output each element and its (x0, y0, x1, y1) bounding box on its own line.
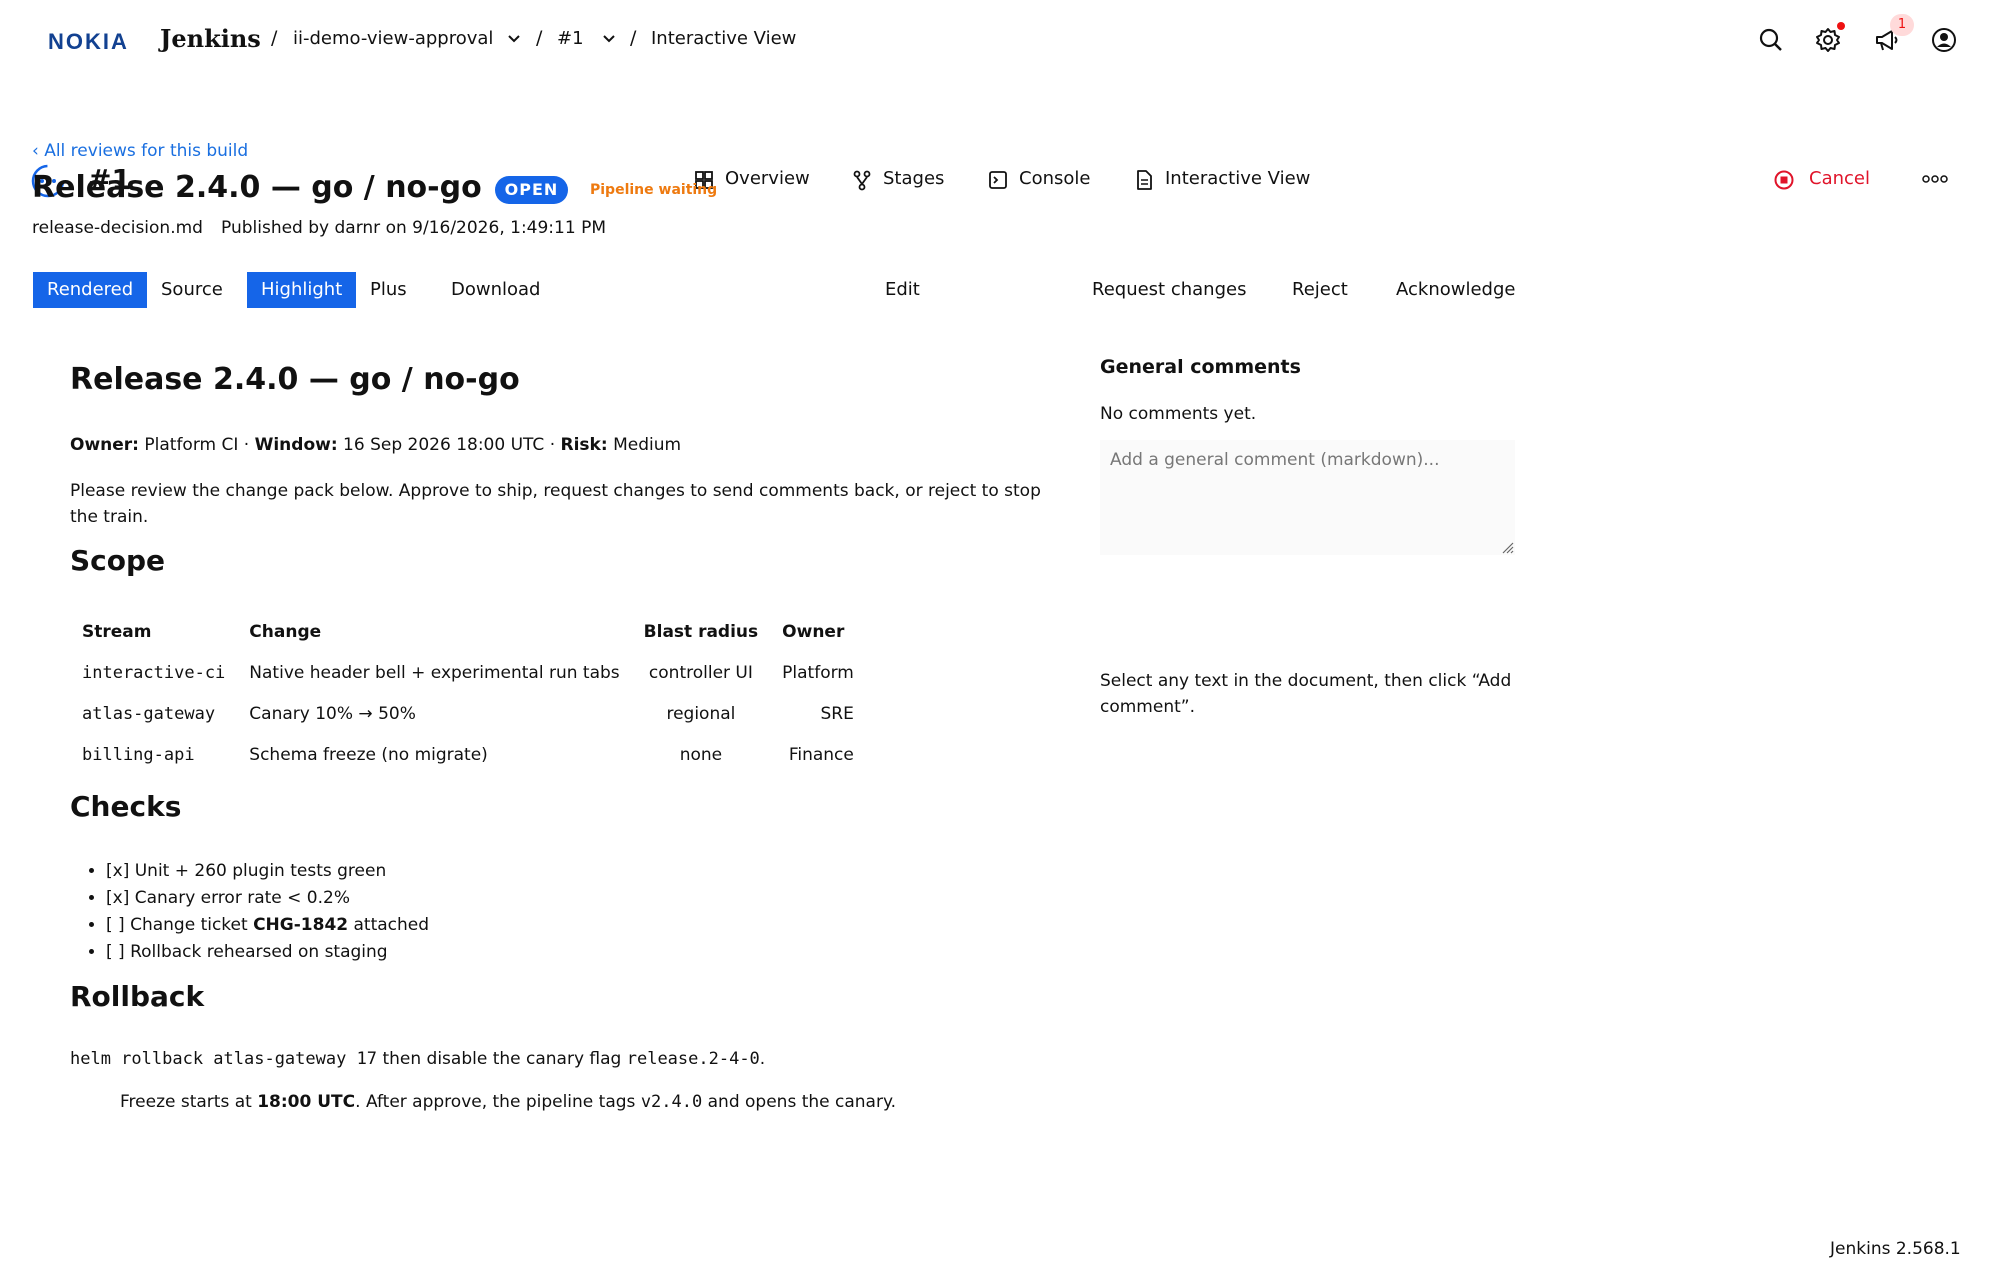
document-intro: Please review the change pack below. App… (70, 481, 1041, 527)
run-bar: #1 Overview Stages Console Interactive V… (0, 80, 2000, 198)
breadcrumb-build[interactable]: #1 (557, 28, 584, 49)
highlight-toggle[interactable]: Highlight (247, 272, 357, 308)
table-cell: atlas-gateway (82, 703, 216, 724)
no-comments-text: No comments yet. (1100, 404, 1257, 424)
svg-text:NOKIA: NOKIA (48, 29, 128, 54)
table-cell: none (679, 744, 723, 765)
list-item: [x] Canary error rate < 0.2% (106, 885, 429, 912)
jenkins-home-link[interactable]: Jenkins (160, 24, 261, 53)
document-icon (1137, 170, 1152, 190)
scope-heading: Scope (70, 544, 166, 577)
tab-console[interactable]: Console (1019, 168, 1090, 189)
pipeline-status: Pipeline waiting (590, 182, 718, 198)
table-row: interactive-ci Native header bell + expe… (70, 652, 866, 693)
checks-list: [x] Unit + 260 plugin tests green [x] Ca… (86, 858, 429, 966)
more-options-icon[interactable] (1920, 168, 1950, 190)
search-icon[interactable] (1757, 26, 1785, 54)
checks-heading: Checks (70, 790, 182, 823)
table-header-row: Stream Change Blast radius Owner (70, 612, 866, 652)
download-button[interactable]: Download (437, 272, 554, 308)
table-cell: SRE (820, 703, 854, 724)
table-header: Owner (782, 622, 845, 642)
table-header: Stream (82, 622, 152, 642)
source-toggle[interactable]: Source (147, 272, 237, 308)
table-cell: Native header bell + experimental run ta… (249, 662, 620, 683)
nokia-logo[interactable]: NOKIA (48, 28, 128, 54)
stages-icon (853, 170, 871, 191)
breadcrumb-current[interactable]: Interactive View (651, 28, 796, 49)
jenkins-version[interactable]: Jenkins 2.568.1 (1830, 1239, 1961, 1259)
general-comment-input[interactable] (1100, 440, 1515, 555)
table-header: Blast radius (643, 622, 759, 642)
breadcrumb-separator: / (630, 27, 637, 49)
chevron-down-icon[interactable] (600, 30, 618, 48)
acknowledge-button[interactable]: Acknowledge (1382, 272, 1529, 308)
all-reviews-link[interactable]: ‹ All reviews for this build (32, 141, 248, 161)
rollback-instructions: helm rollback atlas-gateway 17 then disa… (70, 1049, 766, 1069)
comment-hint: Select any text in the document, then cl… (1100, 671, 1512, 717)
review-filename: release-decision.md (32, 218, 203, 238)
settings-alert-dot (1837, 22, 1845, 30)
list-item: [ ] Change ticket CHG-1842 attached (106, 912, 429, 939)
breadcrumb-separator: / (536, 27, 543, 49)
tab-stages[interactable]: Stages (883, 168, 944, 189)
rendered-toggle[interactable]: Rendered (33, 272, 148, 308)
reject-button[interactable]: Reject (1278, 272, 1362, 308)
table-header: Change (249, 622, 322, 642)
general-comments-title: General comments (1100, 356, 1301, 378)
table-row: atlas-gateway Canary 10% → 50% regional … (70, 693, 866, 734)
edit-button[interactable]: Edit (871, 272, 934, 308)
scope-table: Stream Change Blast radius Owner interac… (70, 612, 866, 775)
document-meta: Owner: Platform CI · Window: 16 Sep 2026… (70, 435, 682, 455)
list-item: [ ] Rollback rehearsed on staging (106, 939, 429, 966)
table-row: billing-api Schema freeze (no migrate) n… (70, 734, 866, 775)
table-cell: regional (666, 703, 736, 724)
rollback-heading: Rollback (70, 980, 205, 1013)
published-info: Published by darnr on 9/16/2026, 1:49:11… (221, 218, 606, 238)
freeze-note: Freeze starts at 18:00 UTC. After approv… (120, 1092, 896, 1112)
list-item: [x] Unit + 260 plugin tests green (106, 858, 429, 885)
table-cell: Finance (788, 744, 854, 765)
review-title: Release 2.4.0 — go / no-go (32, 170, 482, 205)
tab-interactive-view[interactable]: Interactive View (1165, 168, 1310, 189)
console-icon (989, 171, 1007, 189)
gear-icon[interactable] (1814, 26, 1842, 54)
table-cell: Schema freeze (no migrate) (249, 744, 488, 765)
user-account-icon[interactable] (1930, 26, 1958, 54)
plus-toggle[interactable]: Plus (356, 272, 421, 308)
table-cell: interactive-ci (82, 662, 226, 683)
cancel-button[interactable]: Cancel (1809, 168, 1870, 189)
chevron-down-icon[interactable] (505, 30, 523, 48)
request-changes-button[interactable]: Request changes (1078, 272, 1260, 308)
top-bar: NOKIA Jenkins / ii-demo-view-approval / … (0, 0, 2000, 80)
table-cell: billing-api (82, 744, 195, 765)
tab-overview[interactable]: Overview (725, 168, 810, 189)
table-cell: Platform (782, 662, 854, 683)
breadcrumb-separator: / (271, 27, 278, 49)
resize-handle-icon[interactable] (1500, 540, 1514, 554)
status-badge: OPEN (495, 176, 568, 204)
table-cell: controller UI (648, 662, 753, 683)
stop-icon[interactable] (1773, 169, 1795, 191)
breadcrumb-job[interactable]: ii-demo-view-approval (293, 28, 493, 49)
notification-badge: 1 (1890, 14, 1914, 36)
table-cell: Canary 10% → 50% (249, 703, 416, 724)
document-heading: Release 2.4.0 — go / no-go (70, 362, 520, 397)
